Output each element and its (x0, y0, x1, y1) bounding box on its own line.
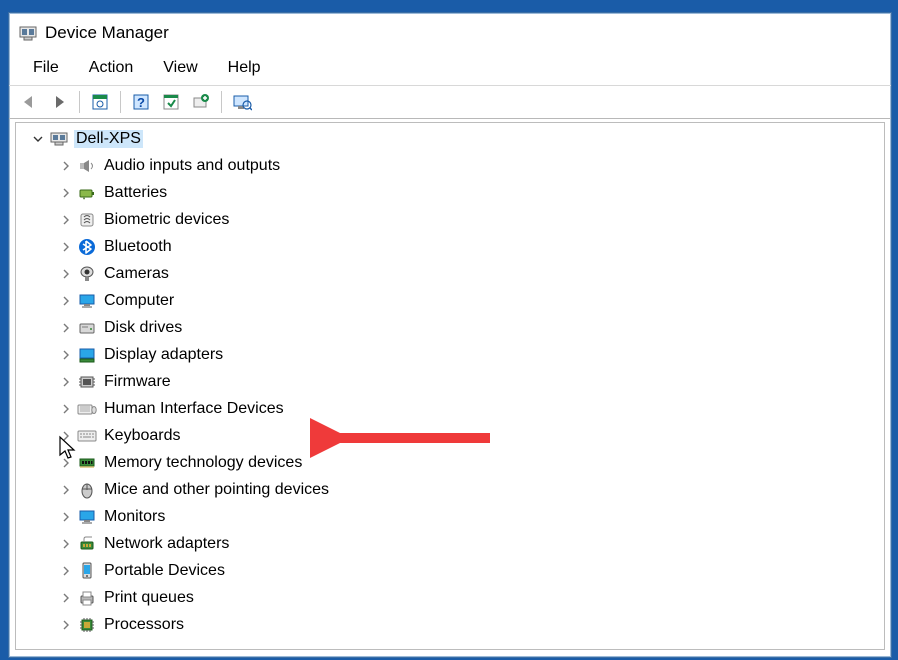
hid-icon (76, 399, 98, 419)
chevron-right-icon[interactable] (58, 428, 74, 444)
chevron-right-icon[interactable] (58, 347, 74, 363)
tree-item-label[interactable]: Bluetooth (102, 238, 174, 256)
back-button[interactable] (15, 89, 43, 115)
mouse-icon (76, 480, 98, 500)
toolbar-separator (221, 91, 222, 113)
forward-button[interactable] (45, 89, 73, 115)
help-button[interactable]: ? (127, 89, 155, 115)
tree-item-label[interactable]: Network adapters (102, 535, 231, 553)
chevron-right-icon[interactable] (58, 158, 74, 174)
network-icon (76, 534, 98, 554)
tree-item[interactable]: Mice and other pointing devices (16, 476, 884, 503)
tree-item[interactable]: Computer (16, 287, 884, 314)
display-icon (76, 345, 98, 365)
computer-icon (48, 129, 70, 149)
tree-item[interactable]: Human Interface Devices (16, 395, 884, 422)
monitor-icon (76, 507, 98, 527)
tree-item-label[interactable]: Computer (102, 292, 176, 310)
tree-item[interactable]: Network adapters (16, 530, 884, 557)
tree-item-label[interactable]: Display adapters (102, 346, 225, 364)
portable-icon (76, 561, 98, 581)
add-hardware-button[interactable] (187, 89, 215, 115)
battery-icon (76, 183, 98, 203)
tree-item-label[interactable]: Memory technology devices (102, 454, 304, 472)
menu-help[interactable]: Help (222, 57, 267, 79)
tree-item[interactable]: Batteries (16, 179, 884, 206)
chevron-right-icon[interactable] (58, 320, 74, 336)
tree-item-label[interactable]: Audio inputs and outputs (102, 157, 282, 175)
app-icon (19, 24, 37, 42)
properties-button[interactable] (86, 89, 114, 115)
tree-item[interactable]: Biometric devices (16, 206, 884, 233)
toolbar-separator (79, 91, 80, 113)
show-hidden-button[interactable] (228, 89, 256, 115)
menu-file[interactable]: File (27, 57, 65, 79)
monitor-icon (76, 291, 98, 311)
tree-item[interactable]: Processors (16, 611, 884, 638)
chevron-right-icon[interactable] (58, 266, 74, 282)
tree-item[interactable]: Monitors (16, 503, 884, 530)
chevron-right-icon[interactable] (58, 590, 74, 606)
tree-item-label[interactable]: Mice and other pointing devices (102, 481, 331, 499)
speaker-icon (76, 156, 98, 176)
chevron-down-icon[interactable] (30, 131, 46, 147)
memory-icon (76, 453, 98, 473)
chevron-right-icon[interactable] (58, 536, 74, 552)
window-title: Device Manager (45, 23, 169, 43)
tree-item-label[interactable]: Firmware (102, 373, 173, 391)
tree-item[interactable]: Display adapters (16, 341, 884, 368)
tree-item-label[interactable]: Portable Devices (102, 562, 227, 580)
chevron-right-icon[interactable] (58, 563, 74, 579)
tree-item-label[interactable]: Print queues (102, 589, 196, 607)
toolbar: ? (9, 85, 891, 119)
titlebar: Device Manager (9, 13, 891, 53)
chevron-right-icon[interactable] (58, 239, 74, 255)
printer-icon (76, 588, 98, 608)
tree-item[interactable]: Keyboards (16, 422, 884, 449)
disk-icon (76, 318, 98, 338)
tree-root-label[interactable]: Dell-XPS (74, 130, 143, 148)
menu-action[interactable]: Action (83, 57, 139, 79)
tree-item[interactable]: Print queues (16, 584, 884, 611)
keyboard-icon (76, 426, 98, 446)
chevron-right-icon[interactable] (58, 185, 74, 201)
tree-item-label[interactable]: Batteries (102, 184, 169, 202)
tree-item-label[interactable]: Biometric devices (102, 211, 231, 229)
tree-item-label[interactable]: Disk drives (102, 319, 184, 337)
tree-root[interactable]: Dell-XPS (16, 125, 884, 152)
chevron-right-icon[interactable] (58, 482, 74, 498)
menubar: File Action View Help (9, 53, 891, 85)
tree-item[interactable]: Audio inputs and outputs (16, 152, 884, 179)
chevron-right-icon[interactable] (58, 455, 74, 471)
firmware-icon (76, 372, 98, 392)
tree-item[interactable]: Portable Devices (16, 557, 884, 584)
tree-item-label[interactable]: Processors (102, 616, 186, 634)
tree-item[interactable]: Cameras (16, 260, 884, 287)
tree-item-label[interactable]: Monitors (102, 508, 167, 526)
tree-item[interactable]: Disk drives (16, 314, 884, 341)
tree-item-label[interactable]: Keyboards (102, 427, 183, 445)
chevron-right-icon[interactable] (58, 374, 74, 390)
scan-hardware-button[interactable] (157, 89, 185, 115)
chevron-right-icon[interactable] (58, 293, 74, 309)
tree-item[interactable]: Firmware (16, 368, 884, 395)
chevron-right-icon[interactable] (58, 212, 74, 228)
bluetooth-icon (76, 237, 98, 257)
chevron-right-icon[interactable] (58, 509, 74, 525)
tree-item-label[interactable]: Cameras (102, 265, 171, 283)
toolbar-separator (120, 91, 121, 113)
cpu-icon (76, 615, 98, 635)
tree-item[interactable]: Memory technology devices (16, 449, 884, 476)
tree-item-label[interactable]: Human Interface Devices (102, 400, 286, 418)
device-tree[interactable]: Dell-XPS Audio inputs and outputs Batteri… (15, 122, 885, 650)
tree-item[interactable]: Bluetooth (16, 233, 884, 260)
svg-text:?: ? (137, 95, 145, 110)
menu-view[interactable]: View (157, 57, 203, 79)
camera-icon (76, 264, 98, 284)
chevron-right-icon[interactable] (58, 401, 74, 417)
biometric-icon (76, 210, 98, 230)
chevron-right-icon[interactable] (58, 617, 74, 633)
device-manager-window: Device Manager File Action View Help ? (8, 12, 892, 658)
